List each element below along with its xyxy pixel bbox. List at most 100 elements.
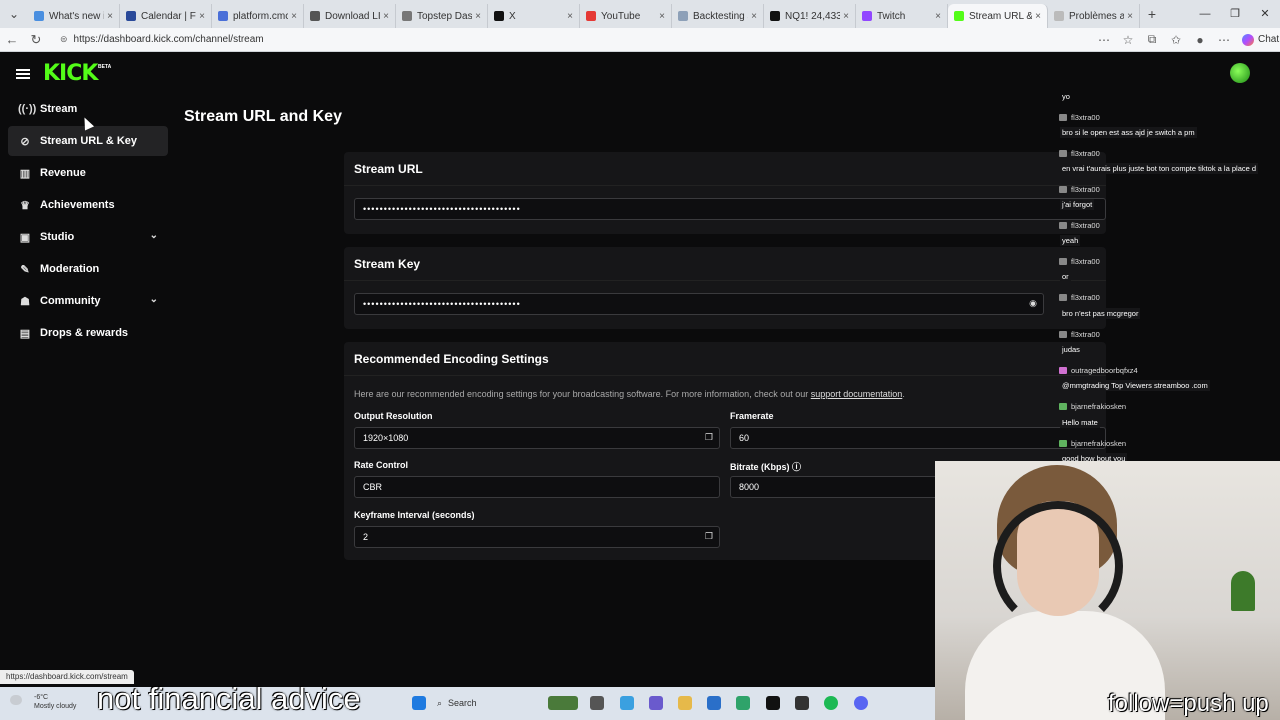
sidebar-item-stream-url-key[interactable]: ⊘ Stream URL & Key <box>8 126 168 156</box>
browser-tab[interactable]: Download LIVE× <box>304 4 396 28</box>
stream-url-field[interactable]: •••••••••••••••••••••••••••••••••••••• <box>354 198 1106 220</box>
edge-browser-icon[interactable] <box>736 696 750 710</box>
tiktok-icon[interactable] <box>766 696 780 710</box>
close-icon[interactable]: × <box>383 11 389 22</box>
close-icon[interactable]: × <box>659 11 665 22</box>
reload-icon[interactable]: ↻ <box>24 32 48 48</box>
chat-message-text: judas <box>1060 344 1082 355</box>
close-icon[interactable]: × <box>843 11 849 22</box>
teams-icon[interactable] <box>649 696 663 710</box>
password-icon[interactable]: ⋯ <box>1092 33 1116 47</box>
chevron-down-icon[interactable]: ⌄ <box>150 230 158 241</box>
hamburger-menu-icon[interactable] <box>16 69 30 79</box>
bookmark-star-icon[interactable]: ☆ <box>1116 33 1140 47</box>
browser-tab[interactable]: YouTube × <box>580 4 672 28</box>
obs-icon[interactable] <box>795 696 809 710</box>
copy-icon[interactable]: ❐ <box>705 531 713 542</box>
tab-favicon-icon <box>1054 11 1064 21</box>
tab-label: Problèmes ajou <box>1069 10 1124 22</box>
browser-tab[interactable]: platform.cmcm× <box>212 4 304 28</box>
browser-tab-active[interactable]: Stream URL & K× <box>948 4 1048 28</box>
chat-username-text: fl3xtra00 <box>1071 293 1100 302</box>
trees-widget-icon[interactable] <box>548 696 578 710</box>
new-tab-button[interactable]: + <box>1140 6 1164 22</box>
site-info-icon[interactable]: ⊜ <box>60 34 68 45</box>
sidebar-item-community[interactable]: ☗ Community ⌄ <box>8 286 168 316</box>
more-menu-icon[interactable]: ⋯ <box>1212 33 1236 47</box>
taskbar-search[interactable]: ⌕ Search <box>437 694 537 712</box>
store-icon[interactable] <box>707 696 721 710</box>
discord-icon[interactable] <box>854 696 868 710</box>
sidebar-item-label: Community <box>40 295 101 307</box>
file-explorer-icon[interactable] <box>678 696 692 710</box>
close-icon[interactable]: × <box>935 11 941 22</box>
chat-username: fl3xtra00 <box>1059 113 1100 122</box>
profile-icon[interactable]: ● <box>1188 33 1212 47</box>
browser-tab[interactable]: What's new in× <box>28 4 120 28</box>
close-icon[interactable]: × <box>291 11 297 22</box>
search-label: Search <box>448 698 477 708</box>
eye-icon[interactable]: ◉ <box>1029 298 1037 309</box>
framerate-field[interactable]: 60 <box>730 427 1106 449</box>
browser-tab[interactable]: Calendar | Fore× <box>120 4 212 28</box>
restore-icon[interactable]: ❐ <box>1220 0 1250 28</box>
close-icon[interactable]: × <box>107 11 113 22</box>
copilot-app-icon[interactable] <box>620 696 634 710</box>
encoding-description: Here are our recommended encoding settin… <box>354 389 905 399</box>
spotify-icon[interactable] <box>824 696 838 710</box>
copy-icon[interactable]: ❐ <box>705 432 713 443</box>
chat-username-text: fl3xtra00 <box>1071 221 1100 230</box>
output-resolution-field[interactable]: 1920×1080 ❐ <box>354 427 720 449</box>
gift-icon: ▤ <box>19 327 31 340</box>
close-icon[interactable]: × <box>475 11 481 22</box>
url-field[interactable]: ⊜ https://dashboard.kick.com/channel/str… <box>52 30 1092 49</box>
close-icon[interactable]: × <box>1035 11 1041 22</box>
user-avatar[interactable] <box>1230 63 1250 83</box>
favorites-icon[interactable]: ✩ <box>1164 33 1188 47</box>
close-window-icon[interactable]: ✕ <box>1250 0 1280 28</box>
chat-username: fl3xtra00 <box>1059 293 1100 302</box>
weather-widget[interactable]: -6°C Mostly cloudy <box>10 693 76 711</box>
windows-start-icon[interactable] <box>412 696 426 710</box>
close-icon[interactable]: × <box>1127 11 1133 22</box>
tab-favicon-icon <box>678 11 688 21</box>
close-icon[interactable]: × <box>751 11 757 22</box>
encoding-description-text: Here are our recommended encoding settin… <box>354 389 809 399</box>
keyframe-field[interactable]: 2 ❐ <box>354 526 720 548</box>
info-icon[interactable]: ⓘ <box>792 462 801 472</box>
close-icon[interactable]: × <box>567 11 573 22</box>
sidebar-item-drops-rewards[interactable]: ▤ Drops & rewards <box>8 318 168 348</box>
chat-button[interactable]: Chat <box>1242 33 1279 46</box>
sidebar-item-label: Achievements <box>40 199 115 211</box>
back-icon[interactable]: ← <box>0 32 24 47</box>
sidebar-item-moderation[interactable]: ✎ Moderation <box>8 254 168 284</box>
revenue-icon: ▥ <box>19 167 31 180</box>
kick-logo[interactable]: KICK <box>43 61 98 86</box>
sidebar-item-revenue[interactable]: ▥ Revenue <box>8 158 168 188</box>
stream-key-field[interactable]: •••••••••••••••••••••••••••••••••••••• ◉ <box>354 293 1044 315</box>
close-icon[interactable]: × <box>199 11 205 22</box>
browser-tab[interactable]: Topstep Dashb× <box>396 4 488 28</box>
minimize-icon[interactable]: — <box>1190 0 1220 28</box>
browser-tab[interactable]: NQ1! 24,433.75× <box>764 4 856 28</box>
tab-favicon-icon <box>402 11 412 21</box>
task-view-icon[interactable] <box>590 696 604 710</box>
tab-label: YouTube <box>601 10 641 22</box>
extensions-icon[interactable]: ⧉ <box>1140 32 1164 47</box>
support-documentation-link[interactable]: support documentation <box>811 389 903 399</box>
chat-username: bjarnefrakiosken <box>1059 402 1126 411</box>
browser-tab[interactable]: Problèmes ajou× <box>1048 4 1140 28</box>
tab-list-chevron-icon[interactable]: ⌄ <box>0 0 28 28</box>
sidebar-item-achievements[interactable]: ♛ Achievements <box>8 190 168 220</box>
chevron-down-icon[interactable]: ⌄ <box>150 294 158 305</box>
stream-key-heading: Stream Key <box>344 247 1106 281</box>
tab-favicon-icon <box>218 11 228 21</box>
browser-tab[interactable]: X × <box>488 4 580 28</box>
chat-username: bjarnefrakiosken <box>1059 439 1126 448</box>
rate-control-field[interactable]: CBR <box>354 476 720 498</box>
browser-tab[interactable]: Twitch × <box>856 4 948 28</box>
browser-tab[interactable]: Backtesting se× <box>672 4 764 28</box>
sidebar-item-studio[interactable]: ▣ Studio ⌄ <box>8 222 168 252</box>
framerate-value: 60 <box>739 433 750 443</box>
chat-overlay: yo fl3xtra00 bro si le open est ass ajd … <box>1053 88 1280 462</box>
